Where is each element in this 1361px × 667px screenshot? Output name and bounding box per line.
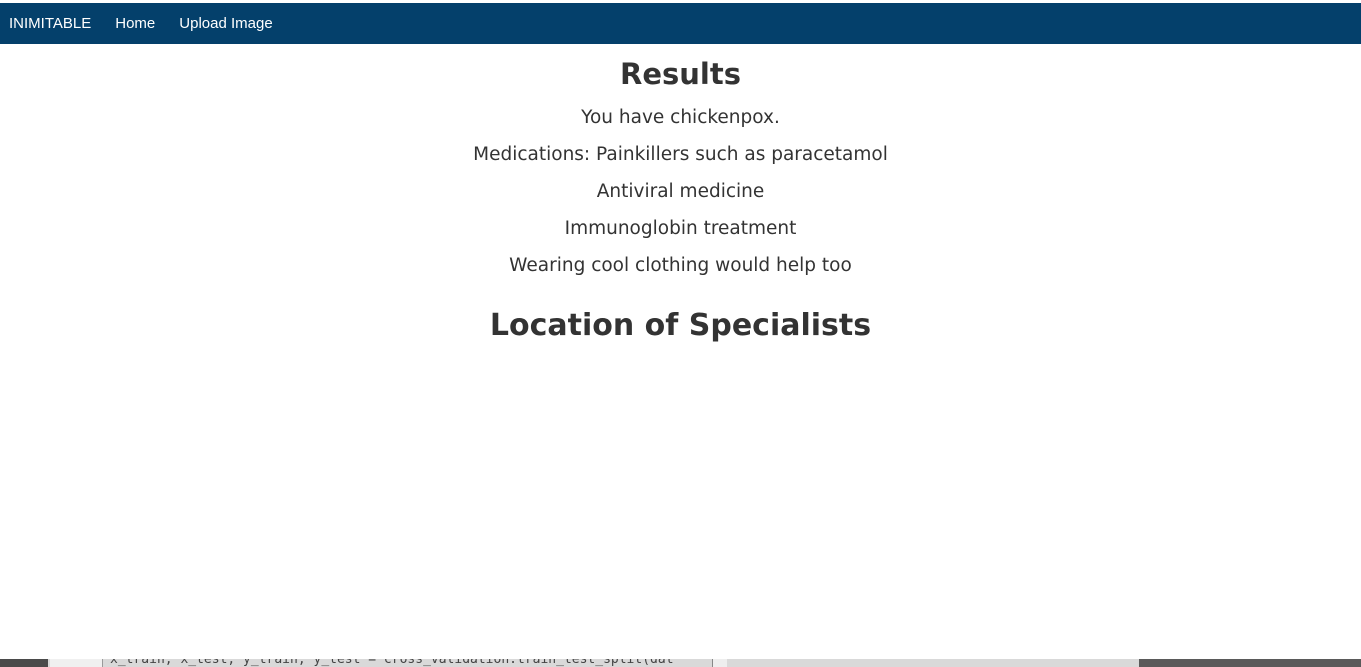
background-window-strip: x_train, x_test, y_train, y_test = cross… <box>0 659 1361 667</box>
editor-tab <box>50 659 103 667</box>
navbar: INIMITABLE Home Upload Image <box>0 3 1361 44</box>
main-content: Results You have chickenpox. Medications… <box>0 44 1361 644</box>
medication-line: Medications: Painkillers such as paracet… <box>473 144 888 165</box>
nav-link-home[interactable]: Home <box>115 15 155 32</box>
editor-code-line: x_train, x_test, y_train, y_test = cross… <box>110 659 674 667</box>
advice-line: Wearing cool clothing would help too <box>509 255 852 276</box>
taskbar-right <box>1139 659 1361 667</box>
specialists-title: Location of Specialists <box>489 308 872 343</box>
nav-link-upload-image[interactable]: Upload Image <box>179 15 272 32</box>
brand-link[interactable]: INIMITABLE <box>9 15 91 32</box>
dropdown-arrow-icon <box>712 659 727 667</box>
diagnosis-text: You have chickenpox. <box>581 107 780 128</box>
medication-line: Antiviral medicine <box>596 181 765 202</box>
medication-line: Immunoglobin treatment <box>564 218 797 239</box>
taskbar-left <box>0 659 48 667</box>
specialists-map-area <box>0 344 1361 644</box>
results-title: Results <box>620 57 741 91</box>
